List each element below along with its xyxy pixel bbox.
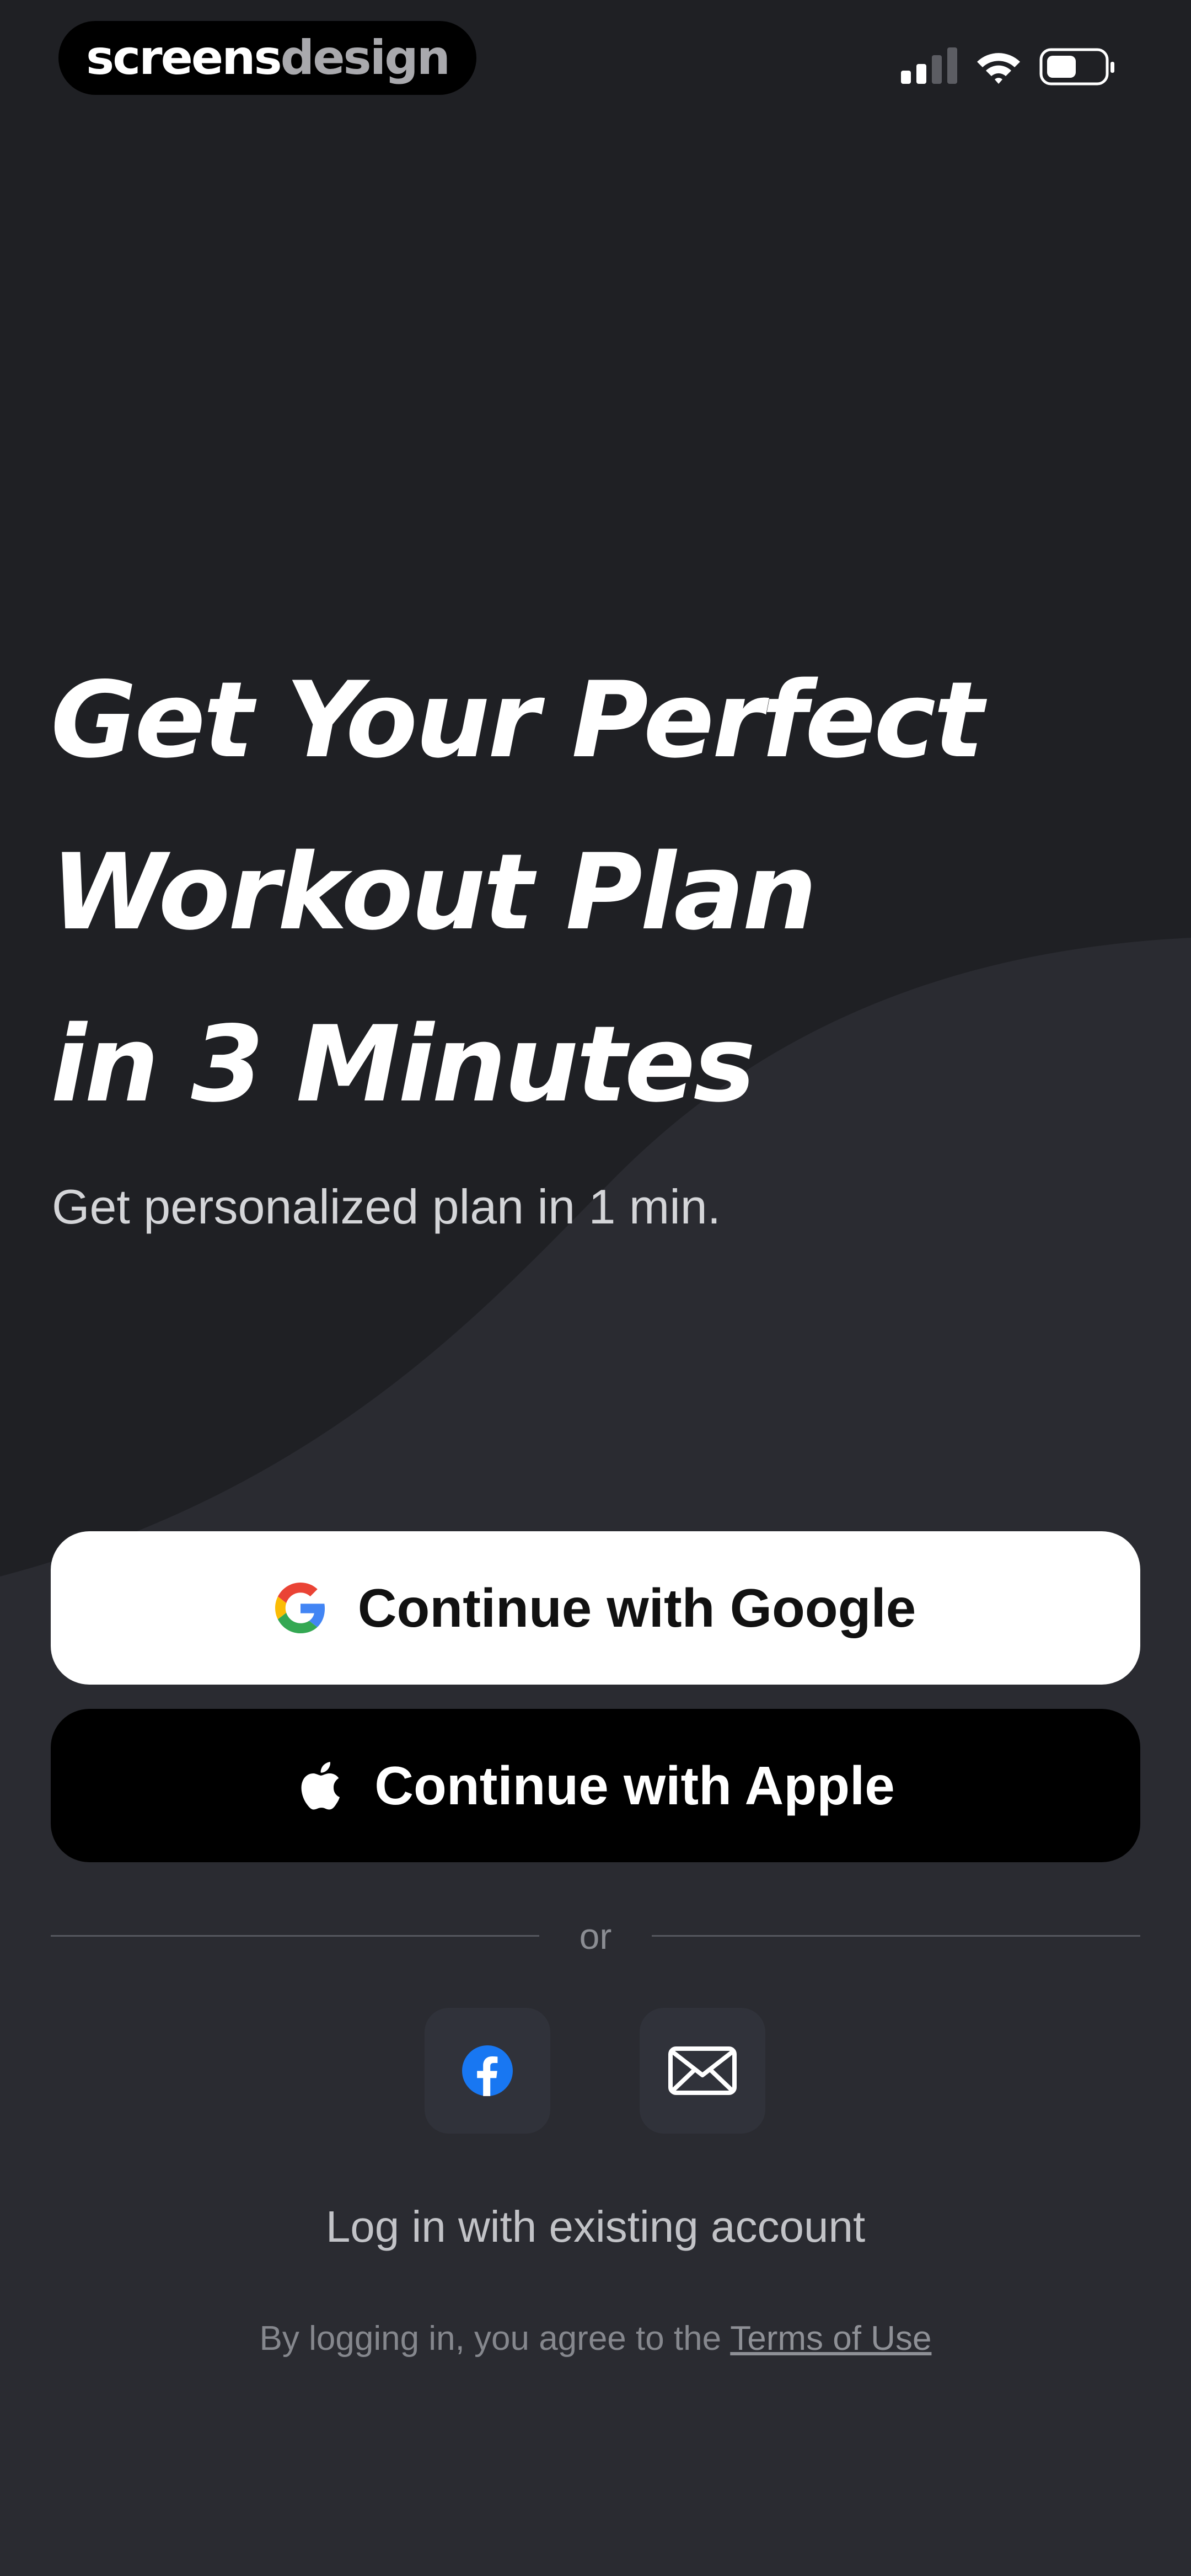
facebook-login-button[interactable] [425,2008,550,2134]
terms-prefix: By logging in, you agree to the [259,2320,722,2358]
or-divider: or [51,1914,1140,1958]
sign-in-screen: screensdesign Get Your Perfect Workout P… [0,0,1191,2576]
continue-with-google-button[interactable]: Continue with Google [51,1531,1140,1685]
battery-icon [1039,48,1114,85]
headline-line-1: Get Your Perfect [51,659,984,781]
google-icon [275,1583,326,1633]
headline: Get Your Perfect Workout Plan in 3 Minut… [51,634,1098,1151]
cellular-signal-icon [901,47,957,84]
divider-line-right [652,1935,1140,1937]
headline-line-2: Workout Plan [51,831,817,953]
brand-logo-part1: screens [86,30,282,85]
log-in-existing-account-link[interactable]: Log in with existing account [0,2196,1191,2257]
background-wave [0,0,1191,2576]
terms-of-use-link[interactable]: Terms of Use [730,2320,931,2358]
brand-logo: screensdesign [58,21,476,95]
apple-icon [296,1759,342,1812]
continue-with-google-label: Continue with Google [357,1578,916,1638]
terms-notice: By logging in, you agree to the Terms of… [0,2311,1191,2366]
wifi-icon [977,53,1020,84]
continue-with-apple-button[interactable]: Continue with Apple [51,1709,1140,1862]
mail-icon [668,2046,737,2095]
subheadline: Get personalized plan in 1 min. [52,1179,721,1234]
brand-logo-part2: design [280,30,450,85]
status-icons [899,45,1117,89]
email-login-button[interactable] [640,2008,765,2134]
continue-with-apple-label: Continue with Apple [374,1755,895,1816]
facebook-icon [462,2045,513,2096]
headline-line-3: in 3 Minutes [51,1003,755,1125]
